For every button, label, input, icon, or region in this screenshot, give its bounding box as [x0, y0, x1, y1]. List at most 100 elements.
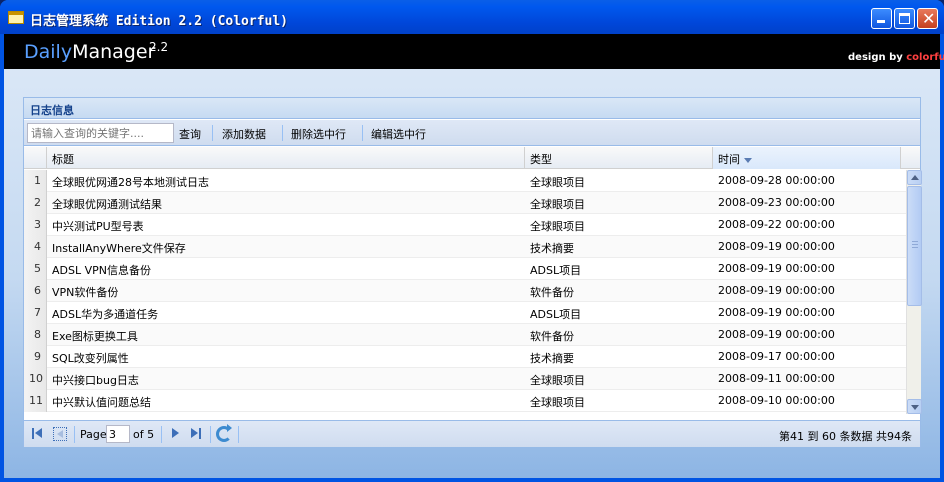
- maximize-button[interactable]: [894, 8, 915, 29]
- refresh-icon[interactable]: [216, 424, 232, 442]
- pager-separator: [210, 426, 211, 443]
- row-number: 5: [24, 258, 47, 280]
- cell-type: 技术摘要: [530, 352, 574, 365]
- credit-name: colorful: [906, 52, 944, 63]
- paging-info: 第41 到 60 条数据 共94条: [779, 430, 912, 443]
- minimize-icon: [877, 20, 885, 23]
- cell-type: 全球眼项目: [530, 176, 585, 189]
- delete-selected-button[interactable]: 删除选中行: [291, 126, 346, 142]
- cell-title: Exe图标更换工具: [52, 330, 138, 343]
- log-panel: 日志信息 查询 添加数据 删除选中行 编辑选中行 标题 类型 时间 1 全球眼优网…: [23, 97, 922, 447]
- table-row[interactable]: 5 ADSL VPN信息备份 ADSL项目 2008-09-19 00:00:00: [24, 258, 906, 280]
- header-time[interactable]: 时间: [713, 147, 901, 169]
- cell-title: 全球眼优网通测试结果: [52, 198, 162, 211]
- table-row[interactable]: 3 中兴测试PU型号表 全球眼项目 2008-09-22 00:00:00: [24, 214, 906, 236]
- table-row[interactable]: 7 ADSL华为多通道任务 ADSL项目 2008-09-19 00:00:00: [24, 302, 906, 324]
- cell-title: ADSL VPN信息备份: [52, 264, 151, 277]
- row-number: 6: [24, 280, 47, 302]
- client-area: DailyManager 2.2 design by colorful 日志信息…: [4, 34, 944, 478]
- scroll-up-button[interactable]: [907, 170, 922, 185]
- cell-time: 2008-09-19 00:00:00: [718, 306, 835, 319]
- close-button[interactable]: ✕: [917, 8, 938, 29]
- table-row[interactable]: 4 InstallAnyWhere文件保存 技术摘要 2008-09-19 00:00…: [24, 236, 906, 258]
- cell-time: 2008-09-23 00:00:00: [718, 196, 835, 209]
- table-row[interactable]: 8 Exe图标更换工具 软件备份 2008-09-19 00:00:00: [24, 324, 906, 346]
- cell-type: 软件备份: [530, 330, 574, 343]
- row-number: 10: [24, 368, 47, 390]
- cell-type: 全球眼项目: [530, 198, 585, 211]
- row-number: 9: [24, 346, 47, 368]
- cell-type: 技术摘要: [530, 242, 574, 255]
- vertical-scrollbar[interactable]: [906, 170, 922, 414]
- page-number-input[interactable]: [106, 425, 130, 443]
- row-number: 4: [24, 236, 47, 258]
- scroll-down-button[interactable]: [907, 399, 922, 414]
- row-number: 11: [24, 390, 47, 412]
- next-page-icon[interactable]: [168, 427, 182, 441]
- search-input[interactable]: [27, 123, 174, 143]
- cell-title: 中兴测试PU型号表: [52, 220, 144, 233]
- cell-time: 2008-09-19 00:00:00: [718, 284, 835, 297]
- brand-logo: DailyManager: [24, 41, 155, 63]
- toolbar: 查询 添加数据 删除选中行 编辑选中行: [24, 120, 920, 146]
- table-row[interactable]: 9 SQL改变列属性 技术摘要 2008-09-17 00:00:00: [24, 346, 906, 368]
- cell-title: InstallAnyWhere文件保存: [52, 242, 186, 255]
- first-page-icon[interactable]: [31, 427, 45, 441]
- header-title[interactable]: 标题: [47, 147, 525, 169]
- prev-page-icon[interactable]: [53, 427, 67, 441]
- brand-prefix: Daily: [24, 41, 73, 63]
- row-number: 1: [24, 170, 47, 192]
- table-row[interactable]: 2 全球眼优网通测试结果 全球眼项目 2008-09-23 00:00:00: [24, 192, 906, 214]
- cell-title: 中兴接口bug日志: [52, 374, 139, 387]
- cell-time: 2008-09-10 00:00:00: [718, 394, 835, 407]
- banner: DailyManager 2.2 design by colorful: [4, 34, 944, 69]
- cell-time: 2008-09-19 00:00:00: [718, 240, 835, 253]
- cell-type: 软件备份: [530, 286, 574, 299]
- add-data-button[interactable]: 添加数据: [222, 126, 266, 142]
- cell-time: 2008-09-11 00:00:00: [718, 372, 835, 385]
- app-window: 日志管理系统 Edition 2.2 (Colorful) ✕ DailyMan…: [0, 0, 944, 482]
- cell-type: 全球眼项目: [530, 220, 585, 233]
- header-time-label: 时间: [718, 153, 740, 166]
- cell-type: 全球眼项目: [530, 374, 585, 387]
- app-icon: [8, 11, 24, 24]
- row-number: 7: [24, 302, 47, 324]
- panel-title: 日志信息: [30, 104, 74, 117]
- toolbar-separator: [212, 125, 213, 141]
- page-count-label: of 5: [133, 428, 155, 441]
- cell-type: 全球眼项目: [530, 396, 585, 409]
- table-row[interactable]: 10 中兴接口bug日志 全球眼项目 2008-09-11 00:00:00: [24, 368, 906, 390]
- sort-desc-icon: [744, 157, 752, 163]
- scroll-thumb[interactable]: [907, 186, 922, 306]
- grip-icon: [912, 241, 918, 248]
- cell-title: ADSL华为多通道任务: [52, 308, 159, 321]
- table-row[interactable]: 1 全球眼优网通28号本地测试日志 全球眼项目 2008-09-28 00:00:00: [24, 170, 906, 192]
- query-button[interactable]: 查询: [179, 126, 201, 142]
- cell-type: ADSL项目: [530, 264, 582, 277]
- design-credit: design by colorful: [848, 52, 944, 63]
- cell-title: 全球眼优网通28号本地测试日志: [52, 176, 209, 189]
- cell-type: ADSL项目: [530, 308, 582, 321]
- close-icon: ✕: [922, 9, 936, 28]
- header-type[interactable]: 类型: [525, 147, 713, 169]
- edit-selected-button[interactable]: 编辑选中行: [371, 126, 426, 142]
- pager-separator: [238, 426, 239, 443]
- row-number: 2: [24, 192, 47, 214]
- page-label: Page: [80, 428, 107, 441]
- title-bar[interactable]: 日志管理系统 Edition 2.2 (Colorful) ✕: [0, 0, 944, 34]
- cell-time: 2008-09-22 00:00:00: [718, 218, 835, 231]
- last-page-icon[interactable]: [189, 427, 203, 441]
- row-number: 3: [24, 214, 47, 236]
- maximize-icon: [899, 13, 910, 24]
- scroll-down-icon: [911, 405, 919, 410]
- table-row[interactable]: 6 VPN软件备份 软件备份 2008-09-19 00:00:00: [24, 280, 906, 302]
- grid-header: 标题 类型 时间: [24, 147, 920, 169]
- header-rownumber: [24, 147, 47, 169]
- minimize-button[interactable]: [871, 8, 892, 29]
- scroll-up-icon: [911, 175, 919, 180]
- cell-time: 2008-09-19 00:00:00: [718, 262, 835, 275]
- brand-version: 2.2: [149, 40, 169, 54]
- cell-title: VPN软件备份: [52, 286, 119, 299]
- table-row[interactable]: 11 中兴默认值问题总结 全球眼项目 2008-09-10 00:00:00: [24, 390, 906, 412]
- window-title: 日志管理系统 Edition 2.2 (Colorful): [30, 14, 289, 29]
